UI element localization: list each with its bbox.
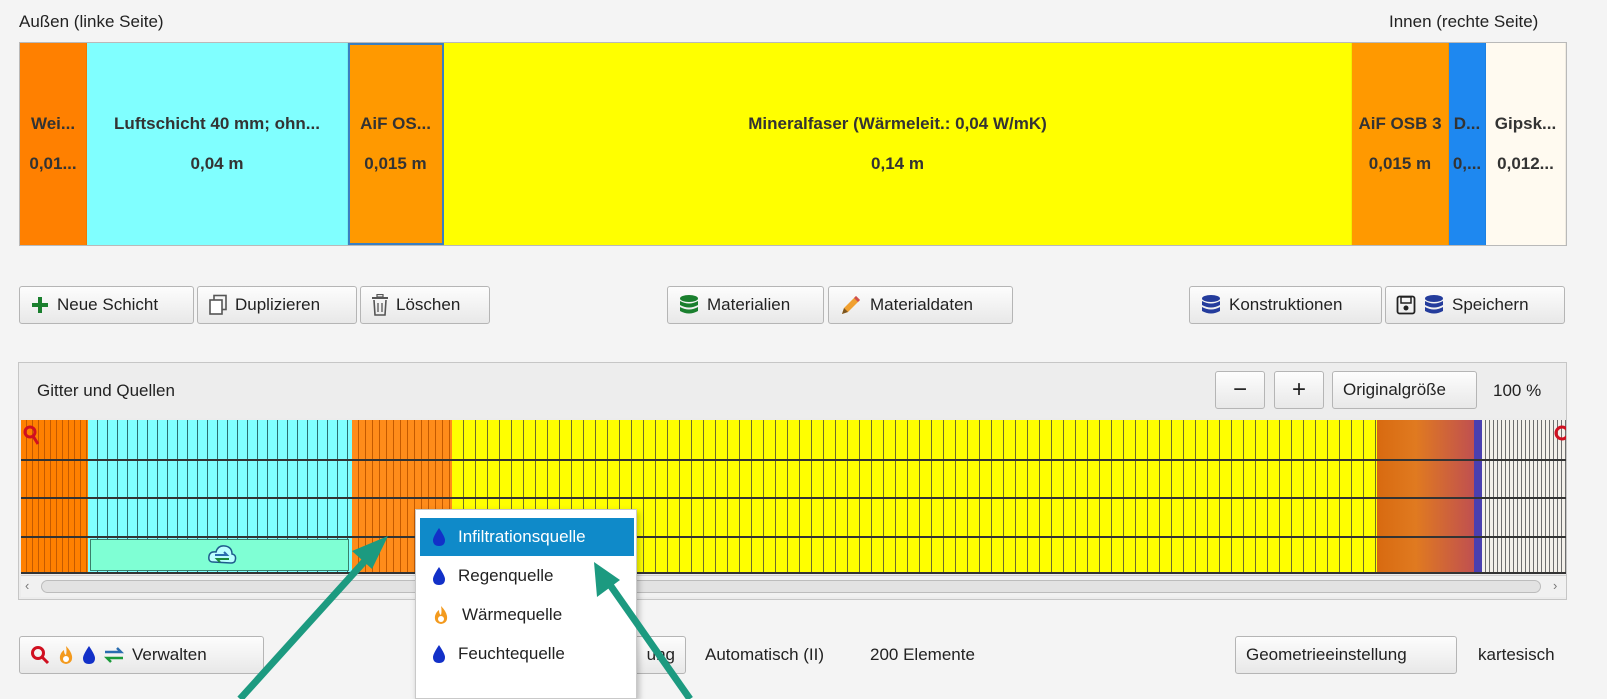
menu-item-label: Feuchtequelle — [458, 644, 565, 663]
layer-name: Gipsk... — [1494, 114, 1557, 133]
material-data-button[interactable]: Materialdaten — [828, 286, 1013, 324]
outside-label: Außen (linke Seite) — [19, 12, 164, 31]
save-button[interactable]: Speichern — [1385, 286, 1565, 324]
zoom-out-button[interactable]: − — [1215, 371, 1265, 409]
layer-2[interactable]: AiF OS... 0,015 m — [348, 43, 444, 245]
grid-row-line — [21, 572, 1566, 574]
layer-6[interactable]: Gipsk... 0,012... — [1486, 43, 1566, 245]
geometry-type: kartesisch — [1478, 645, 1555, 664]
layer-0[interactable]: Wei... 0,01... — [20, 43, 87, 245]
inside-label: Innen (rechte Seite) — [1389, 12, 1539, 31]
layer-name: Wei... — [30, 114, 76, 133]
layer-thickness: 0,012... — [1497, 154, 1554, 173]
material-data-label: Materialdaten — [870, 295, 974, 314]
original-size-label: Originalgröße — [1343, 380, 1446, 399]
floppy-disk-icon — [1396, 295, 1416, 315]
layer-name: Luftschicht 40 mm; ohn... — [114, 114, 320, 133]
zoom-in-button[interactable]: + — [1274, 371, 1324, 409]
flame-icon — [57, 645, 75, 665]
grid-row-line — [21, 459, 1566, 461]
scroll-left-icon[interactable]: ‹ — [25, 578, 29, 593]
grid-row-line — [21, 536, 1566, 538]
plus-icon — [30, 295, 50, 315]
layer-name: AiF OSB 3 — [1358, 114, 1442, 133]
swap-cloud-icon — [207, 542, 237, 573]
layer-5[interactable]: D... 0,... — [1449, 43, 1486, 245]
grid-sources-panel: Gitter und Quellen − + Originalgröße 100… — [18, 362, 1567, 600]
layer-4[interactable]: AiF OSB 3 0,015 m — [1352, 43, 1449, 245]
swap-icon — [103, 645, 125, 665]
menu-item-rain-source[interactable]: Regenquelle — [420, 557, 634, 595]
layer-name: AiF OS... — [360, 114, 431, 133]
water-drop-icon — [432, 566, 446, 586]
layer-strip: Wei... 0,01... Luftschicht 40 mm; ohn...… — [19, 42, 1567, 246]
constructions-button[interactable]: Konstruktionen — [1189, 286, 1382, 324]
geometry-settings-button[interactable]: Geometrieeinstellung — [1235, 636, 1457, 674]
menu-item-heat-source[interactable]: Wärmequelle — [420, 596, 634, 634]
manage-sources-button[interactable]: Verwalten — [19, 636, 264, 674]
delete-button[interactable]: Löschen — [360, 286, 490, 324]
layer-name: D... — [1453, 114, 1481, 133]
save-label: Speichern — [1452, 295, 1529, 314]
copy-icon — [208, 294, 228, 316]
grid-panel-title: Gitter und Quellen — [37, 381, 175, 400]
manage-label: Verwalten — [132, 645, 207, 664]
grid-panel-header: Gitter und Quellen − + Originalgröße 100… — [19, 363, 1566, 418]
search-icon — [1553, 424, 1566, 451]
horizontal-scrollbar[interactable]: ‹ › — [21, 575, 1566, 597]
new-layer-button[interactable]: Neue Schicht — [19, 286, 194, 324]
materials-button[interactable]: Materialien — [667, 286, 824, 324]
zoom-in-label: + — [1291, 376, 1306, 403]
layer-3[interactable]: Mineralfaser (Wärmeleit.: 0,04 W/mK) 0,1… — [444, 43, 1352, 245]
trash-icon — [371, 294, 389, 316]
layer-thickness: 0,... — [1452, 154, 1482, 173]
layer-thickness: 0,015 m — [364, 154, 427, 173]
duplicate-button[interactable]: Duplizieren — [197, 286, 357, 324]
geometry-settings-label: Geometrieeinstellung — [1246, 645, 1407, 664]
new-layer-label: Neue Schicht — [57, 295, 159, 314]
layer-name: Mineralfaser (Wärmeleit.: 0,04 W/mK) — [748, 114, 1047, 133]
water-drop-icon — [82, 645, 96, 665]
duplicate-label: Duplizieren — [235, 295, 321, 314]
layer-thickness: 0,14 m — [871, 154, 924, 173]
database-icon — [678, 294, 700, 316]
grid-row-line — [21, 497, 1566, 499]
meshing-label: ung — [646, 645, 675, 664]
menu-item-infiltration-source[interactable]: Infiltrationsquelle — [420, 518, 634, 556]
zoom-out-label: − — [1232, 376, 1247, 403]
constructions-label: Konstruktionen — [1229, 295, 1343, 314]
menu-item-moisture-source[interactable]: Feuchtequelle — [420, 635, 634, 673]
search-icon — [30, 645, 50, 665]
pencil-icon — [839, 293, 863, 317]
mesh-mode: Automatisch (II) — [705, 645, 825, 664]
menu-item-label: Infiltrationsquelle — [458, 527, 586, 546]
database-icon — [1423, 294, 1445, 316]
original-size-button[interactable]: Originalgröße — [1332, 371, 1477, 409]
grid-canvas[interactable] — [21, 420, 1566, 574]
menu-item-label: Regenquelle — [458, 566, 554, 585]
layer-thickness: 0,04 m — [190, 154, 244, 173]
layer-thickness: 0,01... — [29, 154, 77, 173]
flame-icon — [432, 605, 450, 625]
database-icon — [1200, 294, 1222, 316]
zoom-level: 100 % — [1493, 381, 1542, 400]
materials-label: Materialien — [707, 295, 791, 314]
delete-label: Löschen — [396, 295, 461, 314]
water-drop-icon — [432, 644, 446, 664]
scrollbar-thumb[interactable] — [41, 580, 1541, 593]
scroll-right-icon[interactable]: › — [1553, 578, 1557, 593]
element-count: 200 Elemente — [870, 645, 975, 664]
menu-item-label: Wärmequelle — [462, 605, 563, 624]
water-drop-icon — [432, 527, 446, 547]
source-context-menu: Infiltrationsquelle Regenquelle Wärmeque… — [415, 509, 637, 699]
search-icon — [23, 424, 40, 451]
layer-thickness: 0,015 m — [1368, 154, 1432, 173]
layer-1[interactable]: Luftschicht 40 mm; ohn... 0,04 m — [87, 43, 348, 245]
